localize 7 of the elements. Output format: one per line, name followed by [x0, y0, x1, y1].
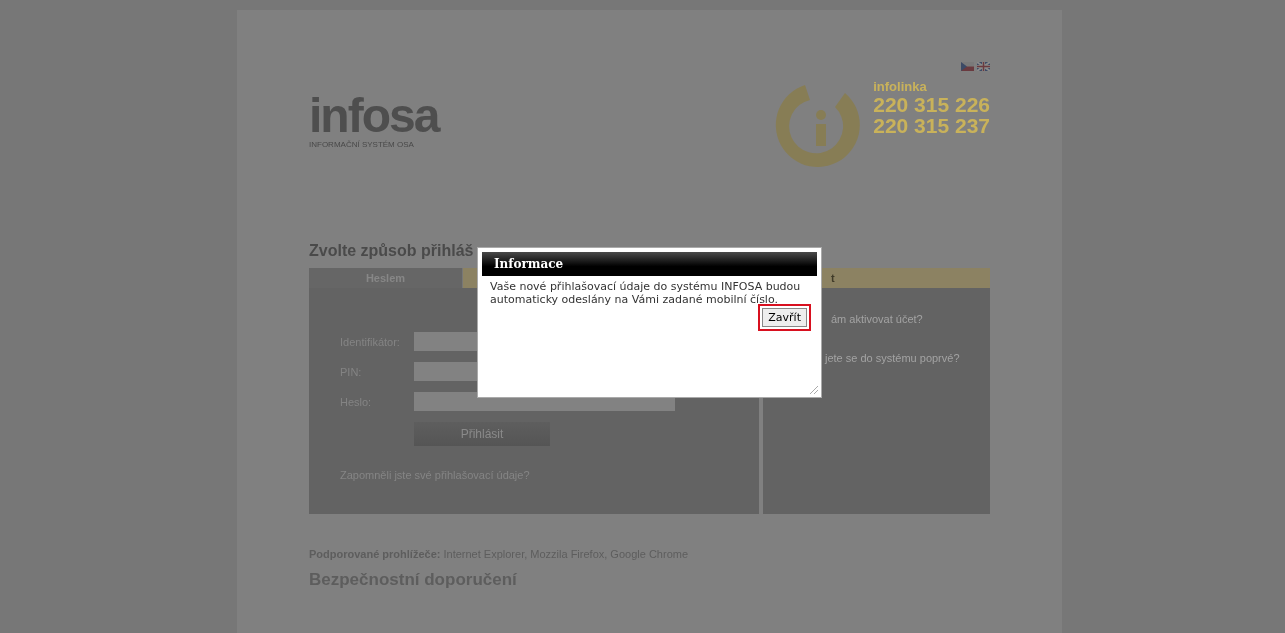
infoline-label: infolinka — [873, 79, 928, 94]
czech-flag-icon[interactable] — [961, 62, 974, 71]
resize-grip-icon[interactable] — [809, 385, 819, 395]
phone-number: 220 315 237 — [873, 115, 990, 136]
dialog-title: Informace — [482, 252, 817, 276]
phone-number: 220 315 226 — [873, 94, 990, 115]
uk-flag-icon[interactable] — [977, 62, 990, 71]
